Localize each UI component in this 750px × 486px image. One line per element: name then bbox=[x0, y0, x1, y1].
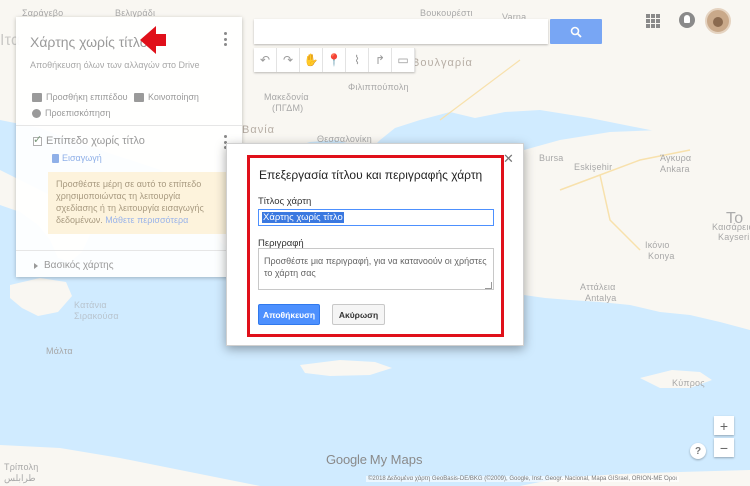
layer-visibility-checkbox[interactable] bbox=[33, 133, 42, 146]
google-my-maps-logo: Google My Maps bbox=[326, 452, 422, 467]
add-person-icon bbox=[134, 92, 144, 102]
logo-mymaps-text: My Maps bbox=[369, 452, 423, 467]
zoom-out-button[interactable]: − bbox=[714, 438, 734, 457]
bell-icon[interactable] bbox=[679, 12, 695, 28]
basemap-label: Βασικός χάρτης bbox=[44, 260, 114, 271]
share-button[interactable]: Κοινοποίηση bbox=[134, 92, 199, 102]
save-button[interactable]: Αποθήκευση bbox=[258, 304, 320, 325]
import-label: Εισαγωγή bbox=[62, 153, 102, 163]
help-button[interactable]: ? bbox=[690, 443, 706, 459]
zoom-in-button[interactable]: + bbox=[714, 416, 734, 435]
map-title-label: Τίτλος χάρτη bbox=[258, 196, 312, 207]
search-button[interactable] bbox=[550, 19, 602, 44]
undo-icon[interactable]: ↶ bbox=[254, 48, 277, 72]
map-attribution: ©2018 Δεδομένα χάρτη GeoBasis-DE/BKG (©2… bbox=[366, 476, 679, 482]
add-layer-button[interactable]: Προσθήκη επιπέδου bbox=[32, 92, 128, 102]
basemap-toggle[interactable]: Βασικός χάρτης bbox=[34, 260, 114, 271]
preview-button[interactable]: Προεπισκόπηση bbox=[32, 108, 110, 118]
preview-label: Προεπισκόπηση bbox=[45, 108, 111, 118]
search-icon bbox=[570, 26, 582, 38]
map-title[interactable]: Χάρτης χωρίς τίτλο bbox=[30, 34, 148, 50]
close-icon[interactable]: ✕ bbox=[503, 151, 514, 167]
add-layer-label: Προσθήκη επιπέδου bbox=[46, 92, 128, 102]
layer-title[interactable]: Επίπεδο χωρίς τίτλο bbox=[46, 135, 145, 147]
directions-icon[interactable]: ↱ bbox=[369, 48, 392, 72]
hand-icon[interactable]: ✋ bbox=[300, 48, 323, 72]
edit-title-dialog: ✕ Επεξεργασία τίτλου και περιγραφής χάρτ… bbox=[226, 143, 524, 346]
chevron-right-icon bbox=[34, 262, 38, 269]
draw-line-icon[interactable]: ⌇ bbox=[346, 48, 369, 72]
map-options-menu-icon[interactable] bbox=[224, 32, 228, 46]
description-placeholder: Προσθέστε μια περιγραφή, για να κατανοού… bbox=[264, 256, 487, 278]
add-layer-icon bbox=[32, 92, 42, 102]
save-status: Αποθήκευση όλων των αλλαγών στο Drive bbox=[30, 60, 200, 70]
add-marker-icon[interactable]: 📍 bbox=[323, 48, 346, 72]
eye-icon bbox=[32, 108, 41, 118]
logo-google-text: Google bbox=[326, 452, 367, 467]
share-label: Κοινοποίηση bbox=[148, 92, 199, 102]
map-title-field-value[interactable]: Χάρτης χωρίς τίτλο bbox=[262, 212, 344, 223]
description-field[interactable]: Προσθέστε μια περιγραφή, για να κατανοού… bbox=[258, 248, 494, 290]
map-side-panel: Χάρτης χωρίς τίτλο Αποθήκευση όλων των α… bbox=[16, 17, 242, 277]
layer-info-box: Προσθέστε μέρη σε αυτό το επίπεδο χρησιμ… bbox=[48, 172, 226, 234]
import-file-icon bbox=[52, 153, 59, 163]
cancel-button[interactable]: Ακύρωση bbox=[332, 304, 385, 325]
search-input[interactable] bbox=[254, 19, 548, 44]
divider bbox=[16, 125, 242, 126]
resize-handle-icon[interactable] bbox=[485, 282, 492, 289]
redo-icon[interactable]: ↷ bbox=[277, 48, 300, 72]
ruler-icon[interactable]: ▭ bbox=[392, 48, 415, 72]
red-arrow-annotation bbox=[140, 26, 166, 54]
apps-grid-icon[interactable] bbox=[646, 14, 660, 28]
divider bbox=[16, 250, 242, 251]
import-link[interactable]: Εισαγωγή bbox=[52, 153, 102, 163]
dialog-title: Επεξεργασία τίτλου και περιγραφής χάρτη bbox=[259, 168, 483, 182]
map-toolbar: ↶ ↷ ✋ 📍 ⌇ ↱ ▭ bbox=[254, 48, 415, 72]
avatar[interactable] bbox=[705, 8, 731, 34]
learn-more-link[interactable]: Μάθετε περισσότερα bbox=[105, 215, 188, 225]
